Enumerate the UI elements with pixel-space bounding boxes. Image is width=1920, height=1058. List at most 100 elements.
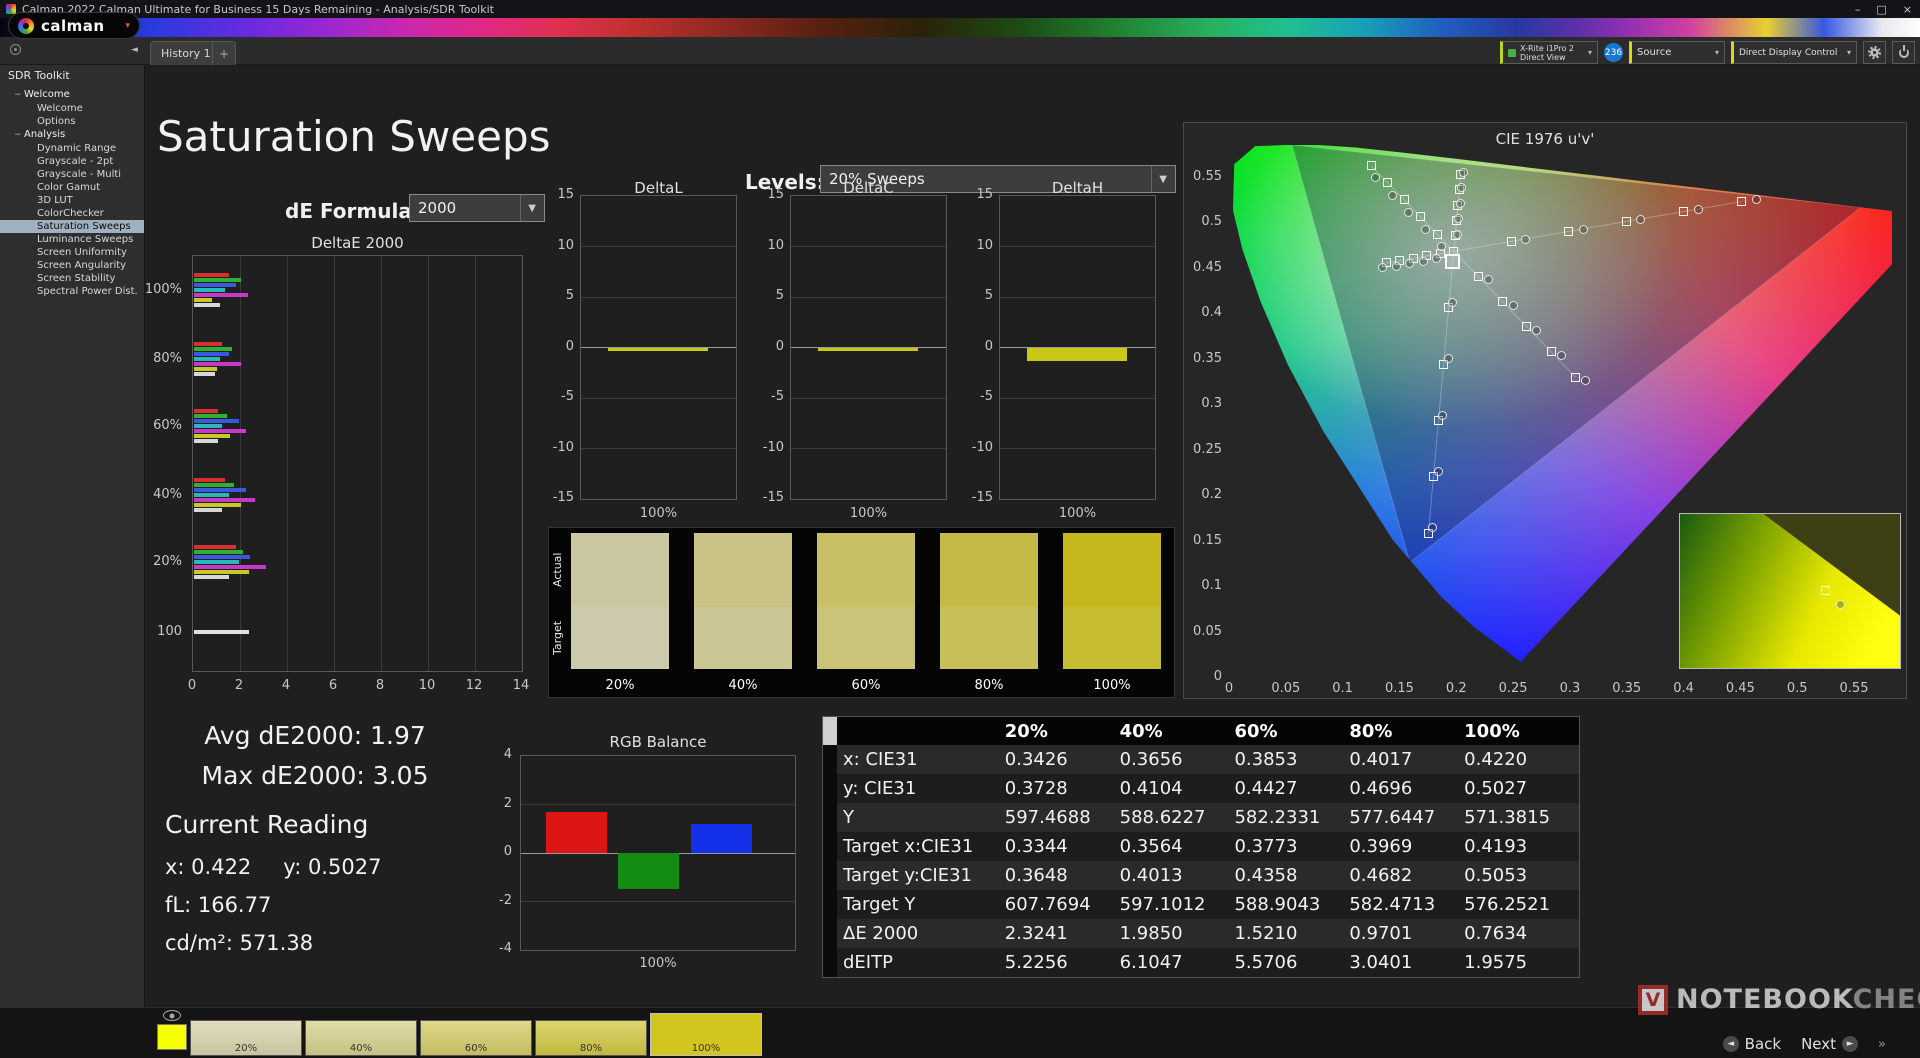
sidebar-item-luminance-sweeps[interactable]: Luminance Sweeps: [0, 233, 144, 246]
close-button[interactable]: ×: [1903, 3, 1912, 16]
expand-icon[interactable]: »: [1878, 1037, 1886, 1052]
sidebar-item-3d-lut[interactable]: 3D LUT: [0, 194, 144, 207]
y-tick-label: 4: [504, 747, 512, 762]
preview-swatch-label: 80%: [536, 1043, 646, 1054]
target-color-block: [1063, 607, 1161, 669]
deltaH-bar: [1027, 348, 1127, 361]
cell-value: 0.4104: [1120, 774, 1235, 803]
source-dropdown[interactable]: Source ▾: [1629, 41, 1725, 64]
power-button[interactable]: [1892, 41, 1915, 64]
cell-value: 0.3344: [1005, 832, 1120, 861]
cell-value: 0.3426: [1005, 745, 1120, 774]
calman-logo-text: calman: [41, 17, 105, 35]
preview-swatch-60[interactable]: 60%: [420, 1020, 532, 1056]
x-tick-label: 0.35: [1611, 681, 1643, 696]
y-tick-label: 80%: [153, 351, 182, 366]
table-header-40: 40%: [1120, 717, 1235, 745]
sidebar-item-color-gamut[interactable]: Color Gamut: [0, 181, 144, 194]
cell-value: 0.4696: [1349, 774, 1464, 803]
de-bar-80-6: [194, 372, 215, 376]
de-bar-20-2: [194, 555, 250, 559]
cell-value: 0.4017: [1349, 745, 1464, 774]
display-control-dropdown[interactable]: Direct Display Control ▾: [1731, 41, 1857, 64]
inset-measured-marker: [1836, 600, 1845, 609]
y-tick-label: 0: [985, 339, 993, 354]
sidebar-item-screen-angularity[interactable]: Screen Angularity: [0, 259, 144, 272]
cell-value: 1.5210: [1234, 919, 1349, 948]
actual-row-label: Actual: [551, 533, 565, 607]
target-color-block: [571, 607, 669, 669]
deltae-y-axis: 100%80%60%40%20%100: [136, 255, 186, 672]
x-tick-label: 0.15: [1383, 681, 1415, 696]
sidebar-section-welcome[interactable]: −Welcome: [0, 88, 144, 102]
meter-dropdown[interactable]: X-Rite i1Pro 2 Direct View ▾: [1500, 41, 1598, 64]
de-formula-dropdown[interactable]: 2000 ▼: [409, 194, 545, 222]
sidebar-item-saturation-sweeps[interactable]: Saturation Sweeps: [0, 220, 144, 233]
cie-measured-marker: [1752, 195, 1761, 204]
x-tick-label: 4: [276, 678, 296, 693]
collapse-icon[interactable]: −: [14, 90, 24, 101]
next-button[interactable]: Next ►: [1801, 1035, 1858, 1053]
preview-swatch-80[interactable]: 80%: [535, 1020, 647, 1056]
summary-stats: Avg dE2000: 1.97 Max dE2000: 3.05: [150, 716, 480, 796]
tab-label: History 1: [161, 47, 211, 60]
sidebar-item-spectral-power-dist[interactable]: Spectral Power Dist.: [0, 285, 144, 298]
cie-target-marker: [1547, 347, 1556, 356]
back-label: Back: [1745, 1035, 1781, 1053]
de-bar-60-1: [194, 414, 227, 418]
back-button[interactable]: ◄ Back: [1723, 1035, 1781, 1053]
table-row-target-x-cie31: Target x:CIE310.33440.35640.37730.39690.…: [837, 832, 1579, 861]
tab-history-1[interactable]: History 1: [150, 41, 222, 65]
preview-swatch-40[interactable]: 40%: [305, 1020, 417, 1056]
panel-icon-button[interactable]: [10, 44, 21, 55]
sidebar-item-screen-uniformity[interactable]: Screen Uniformity: [0, 246, 144, 259]
preview-swatch-label: 100%: [651, 1043, 761, 1054]
sidebar-item-dynamic-range[interactable]: Dynamic Range: [0, 142, 144, 155]
current-reading-title: Current Reading: [165, 810, 381, 839]
y-tick-label: 5: [776, 288, 784, 303]
cell-value: 0.4682: [1349, 861, 1464, 890]
measurement-count-badge[interactable]: 236: [1604, 43, 1623, 62]
minimize-button[interactable]: –: [1855, 3, 1861, 16]
preview-swatch-20[interactable]: 20%: [190, 1020, 302, 1056]
maximize-button[interactable]: □: [1876, 3, 1886, 16]
current-patch-module[interactable]: [155, 1010, 189, 1050]
sidebar-section-analysis[interactable]: −Analysis: [0, 128, 144, 142]
x-tick-label: 12: [464, 678, 484, 693]
sidebar-collapse-icon[interactable]: ◄: [131, 45, 138, 55]
de-bar-20-6: [194, 575, 229, 579]
x-tick-label: 0.05: [1270, 681, 1302, 696]
preview-swatch-label: 40%: [306, 1043, 416, 1054]
sidebar-item-grayscale-2pt[interactable]: Grayscale - 2pt: [0, 155, 144, 168]
arrow-left-icon: ◄: [1723, 1036, 1739, 1052]
current-patch-color: [157, 1024, 187, 1050]
cell-value: 0.7634: [1464, 919, 1579, 948]
y-tick-label: 2: [504, 796, 512, 811]
sidebar-item-grayscale-multi[interactable]: Grayscale - Multi: [0, 168, 144, 181]
table-corner-selector[interactable]: [823, 717, 837, 745]
add-tab-button[interactable]: +: [212, 41, 236, 65]
deltal-chart: [580, 195, 737, 500]
x-tick-label: 0.25: [1497, 681, 1529, 696]
sidebar-item-welcome[interactable]: Welcome: [0, 102, 144, 115]
preview-swatch-100[interactable]: 100%: [650, 1013, 762, 1056]
sidebar-item-screen-stability[interactable]: Screen Stability: [0, 272, 144, 285]
table-body: x: CIE310.34260.36560.38530.40170.4220y:…: [823, 745, 1579, 977]
settings-gear-button[interactable]: [1863, 41, 1886, 64]
collapse-icon[interactable]: −: [14, 130, 24, 141]
cell-value: 582.4713: [1349, 890, 1464, 919]
preview-swatch-label: 20%: [191, 1043, 301, 1054]
y-tick-label: 0.25: [1193, 442, 1222, 457]
de-bar-40-1: [194, 483, 234, 487]
cie-target-marker: [1383, 178, 1392, 187]
x-tick-label: 0: [182, 678, 202, 693]
sidebar-item-colorchecker[interactable]: ColorChecker: [0, 207, 144, 220]
calman-logo-menu[interactable]: calman ▾: [8, 12, 140, 39]
sidebar-item-options[interactable]: Options: [0, 115, 144, 128]
display-control-label: Direct Display Control: [1739, 48, 1837, 58]
cell-value: 597.1012: [1120, 890, 1235, 919]
y-tick-label: -4: [499, 941, 512, 956]
y-tick-label: 0.45: [1193, 260, 1222, 275]
row-label: Target x:CIE31: [837, 832, 1005, 861]
gear-icon: [1868, 46, 1881, 59]
